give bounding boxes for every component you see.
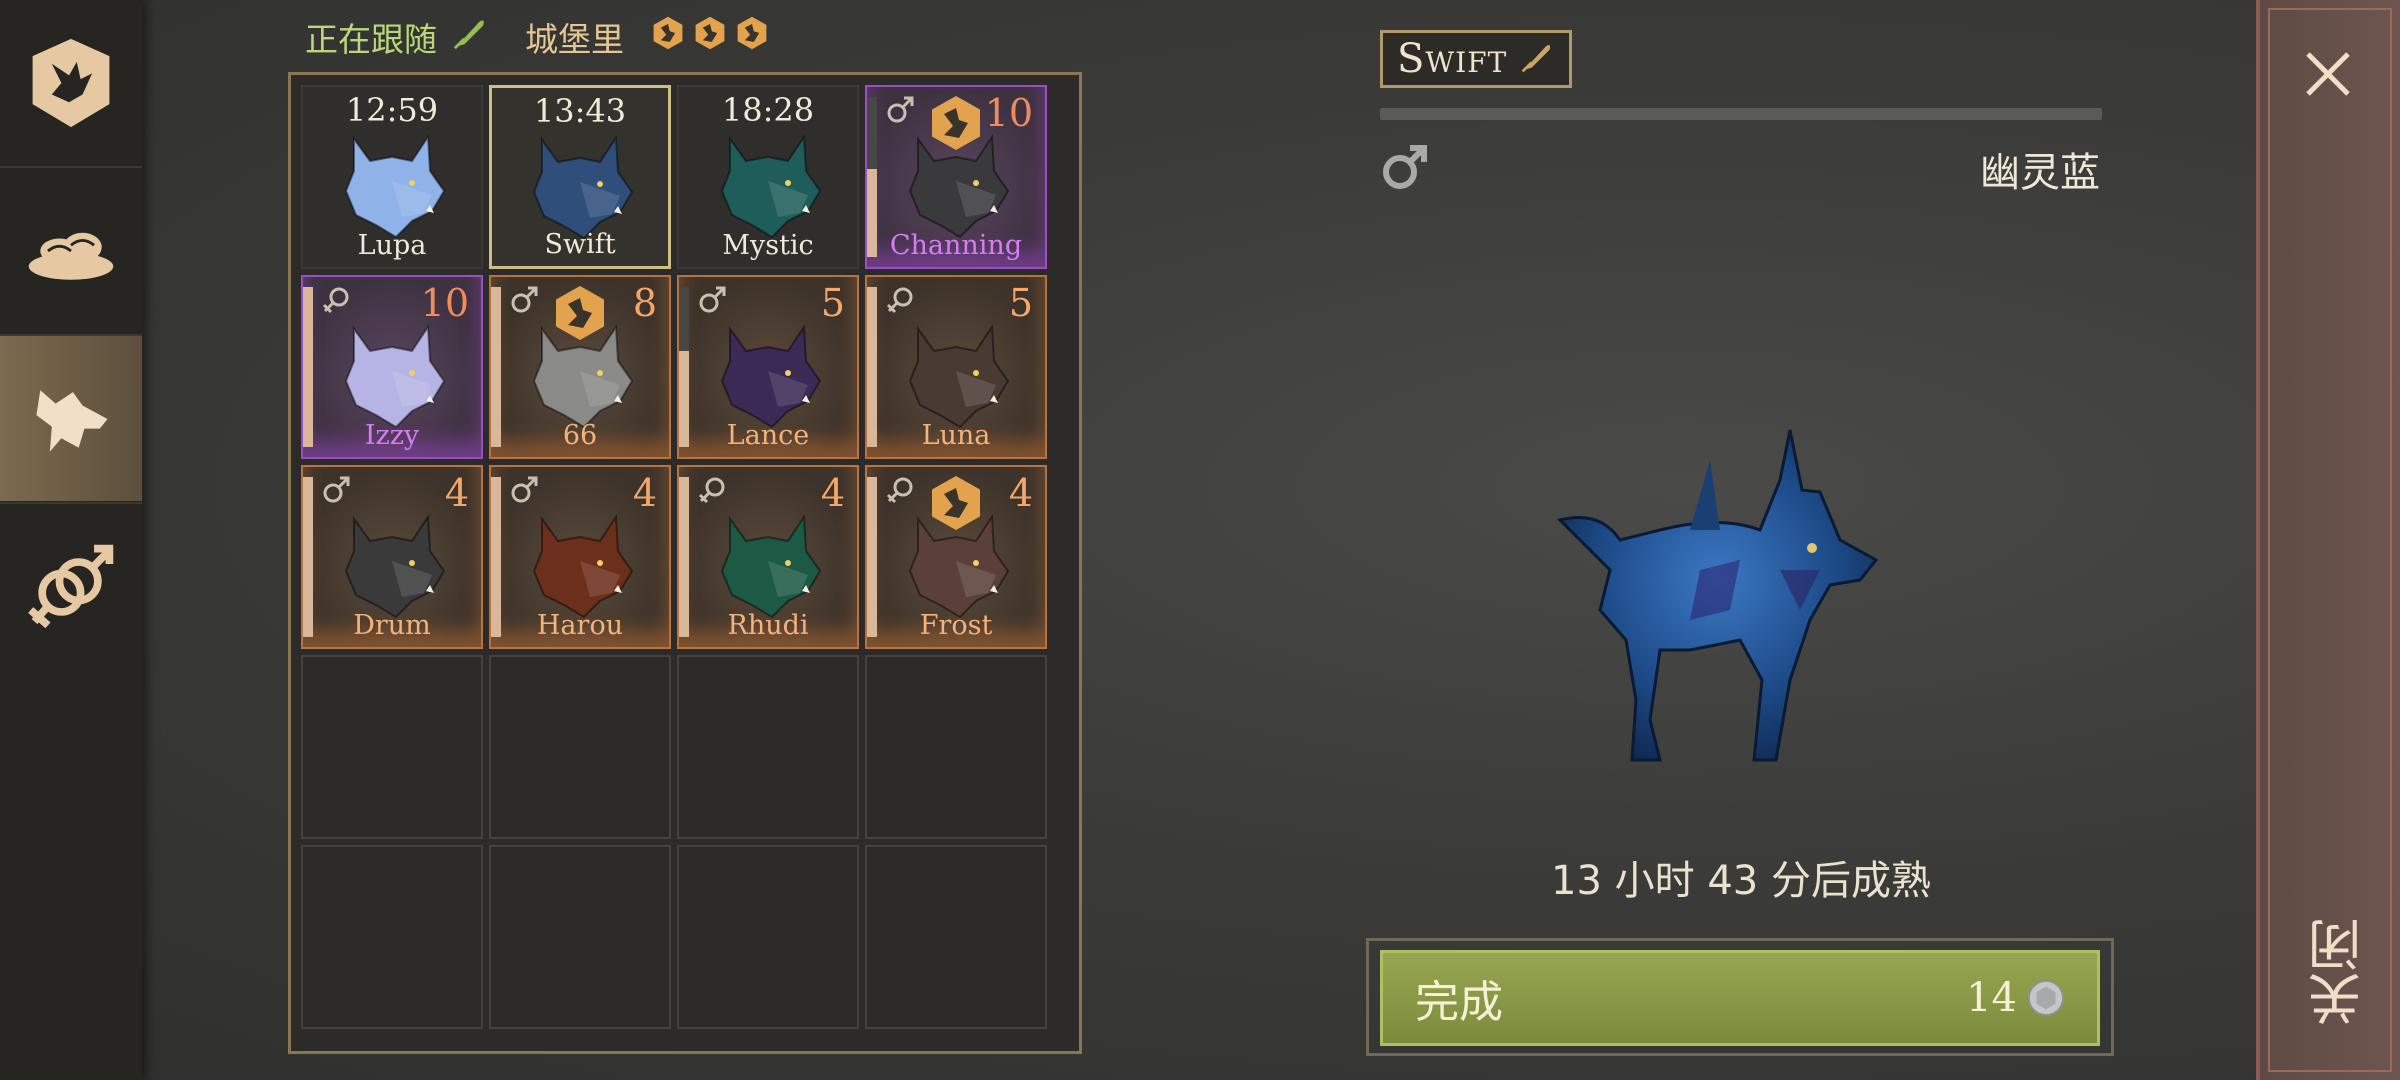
pet-slot-lance[interactable]: 5 Lance: [677, 275, 859, 459]
pet-name: Swift: [1397, 36, 1508, 82]
wolf-portrait: [708, 501, 828, 619]
wolf-pup-model[interactable]: [1540, 420, 1900, 770]
pet-name: Mystic: [722, 230, 814, 261]
female-icon: [321, 285, 351, 315]
silver-coin-icon: [2027, 979, 2065, 1017]
pet-level: 4: [820, 471, 845, 515]
pet-slot-lupa[interactable]: 12:59 Lupa: [301, 85, 483, 269]
female-icon: [885, 285, 915, 315]
empty-slot: [301, 845, 483, 1029]
food-bowl-icon: [23, 203, 119, 299]
nav-tab-pets[interactable]: [0, 336, 142, 501]
wolf-portrait: [708, 121, 828, 239]
maturity-timer-text: 13 小时 43 分后成熟: [1551, 858, 1931, 904]
pet-slot-izzy[interactable]: 10 Izzy: [301, 275, 483, 459]
pet-level: 5: [820, 281, 845, 325]
pet-name: 66: [562, 420, 598, 451]
paw-badge-icon: [926, 473, 986, 533]
variant-label: 幽灵蓝: [1980, 150, 2100, 196]
castle-pips: [650, 15, 770, 59]
nav-tab-crest[interactable]: [0, 0, 142, 165]
pet-timer: 13:43: [533, 92, 627, 130]
side-nav: [0, 0, 142, 1080]
male-icon: [1378, 142, 1430, 194]
paw-badge-icon: [550, 283, 610, 343]
pet-slot-harou[interactable]: 4 Harou: [489, 465, 671, 649]
pet-name: Lupa: [357, 230, 427, 261]
status-header: 正在跟随 城堡里: [305, 12, 770, 62]
pet-name: Channing: [889, 230, 1023, 261]
pet-level: 4: [1008, 471, 1033, 515]
feather-icon: [451, 14, 489, 60]
wolf-portrait: [708, 311, 828, 429]
pet-name: Swift: [544, 229, 616, 260]
close-panel[interactable]: 关闭: [2256, 0, 2400, 1080]
male-icon: [697, 285, 727, 315]
nav-tab-breeding[interactable]: [0, 504, 142, 669]
wolf-portrait: [520, 501, 640, 619]
pet-name: Rhudi: [727, 610, 809, 641]
following-label: 正在跟随: [305, 20, 437, 59]
pet-name: Frost: [919, 610, 993, 641]
pet-name: Lance: [726, 420, 810, 451]
wolf-portrait: [332, 501, 452, 619]
pet-name: Izzy: [364, 420, 420, 451]
breeding-gender-icon: [23, 539, 119, 635]
pet-level: 4: [632, 471, 657, 515]
male-icon: [885, 95, 915, 125]
wolf-portrait: [332, 121, 452, 239]
pet-slot-66[interactable]: 8 66: [489, 275, 671, 459]
paw-badge-icon: [650, 15, 686, 59]
pet-slot-channing[interactable]: 10 Channing: [865, 85, 1047, 269]
male-icon: [321, 475, 351, 505]
feather-icon: [1519, 39, 1555, 79]
wolf-portrait: [896, 311, 1016, 429]
wolf-head-icon: [23, 371, 119, 467]
empty-slot: [677, 655, 859, 839]
pet-level: 5: [1008, 281, 1033, 325]
empty-slot: [677, 845, 859, 1029]
pet-timer: 18:28: [721, 91, 815, 129]
pet-slot-rhudi[interactable]: 4 Rhudi: [677, 465, 859, 649]
empty-slot: [489, 655, 671, 839]
pet-name: Luna: [921, 420, 991, 451]
empty-slot: [865, 655, 1047, 839]
wolf-portrait: [520, 122, 640, 240]
male-icon: [509, 475, 539, 505]
empty-slot: [489, 845, 671, 1029]
pet-slot-luna[interactable]: 5 Luna: [865, 275, 1047, 459]
empty-slot: [865, 845, 1047, 1029]
pet-timer: 12:59: [345, 91, 439, 129]
paw-badge-icon: [734, 15, 770, 59]
pet-slot-frost[interactable]: 4 Frost: [865, 465, 1047, 649]
pet-name: Drum: [353, 610, 431, 641]
nav-tab-food[interactable]: [0, 168, 142, 333]
complete-cost: 14: [1966, 975, 2017, 1021]
pet-level: 10: [420, 281, 469, 325]
pet-slot-drum[interactable]: 4 Drum: [301, 465, 483, 649]
empty-slot: [301, 655, 483, 839]
pet-slot-mystic[interactable]: 18:28 Mystic: [677, 85, 859, 269]
pet-level: 8: [632, 281, 657, 325]
complete-button-label: 完成: [1415, 977, 1503, 1028]
male-icon: [509, 285, 539, 315]
paw-badge-icon: [926, 93, 986, 153]
wolf-portrait: [332, 311, 452, 429]
pet-grid: 12:59 Lupa 13:43 Swift 18:28 Mystic 10 Channing…: [288, 72, 1082, 1054]
female-icon: [697, 475, 727, 505]
wolf-crest-icon: [23, 35, 119, 131]
pet-name-box[interactable]: Swift: [1380, 30, 1573, 88]
pet-level: 10: [984, 91, 1033, 135]
castle-label: 城堡里: [525, 20, 624, 59]
pet-level: 4: [444, 471, 469, 515]
close-label: 关闭: [2308, 918, 2371, 1026]
pet-name: Harou: [536, 610, 624, 641]
growth-bar: [1380, 108, 2102, 120]
pet-slot-swift[interactable]: 13:43 Swift: [489, 85, 671, 269]
paw-badge-icon: [692, 15, 728, 59]
close-icon[interactable]: [2298, 44, 2358, 104]
complete-button[interactable]: 完成 14: [1380, 950, 2100, 1046]
female-icon: [885, 475, 915, 505]
